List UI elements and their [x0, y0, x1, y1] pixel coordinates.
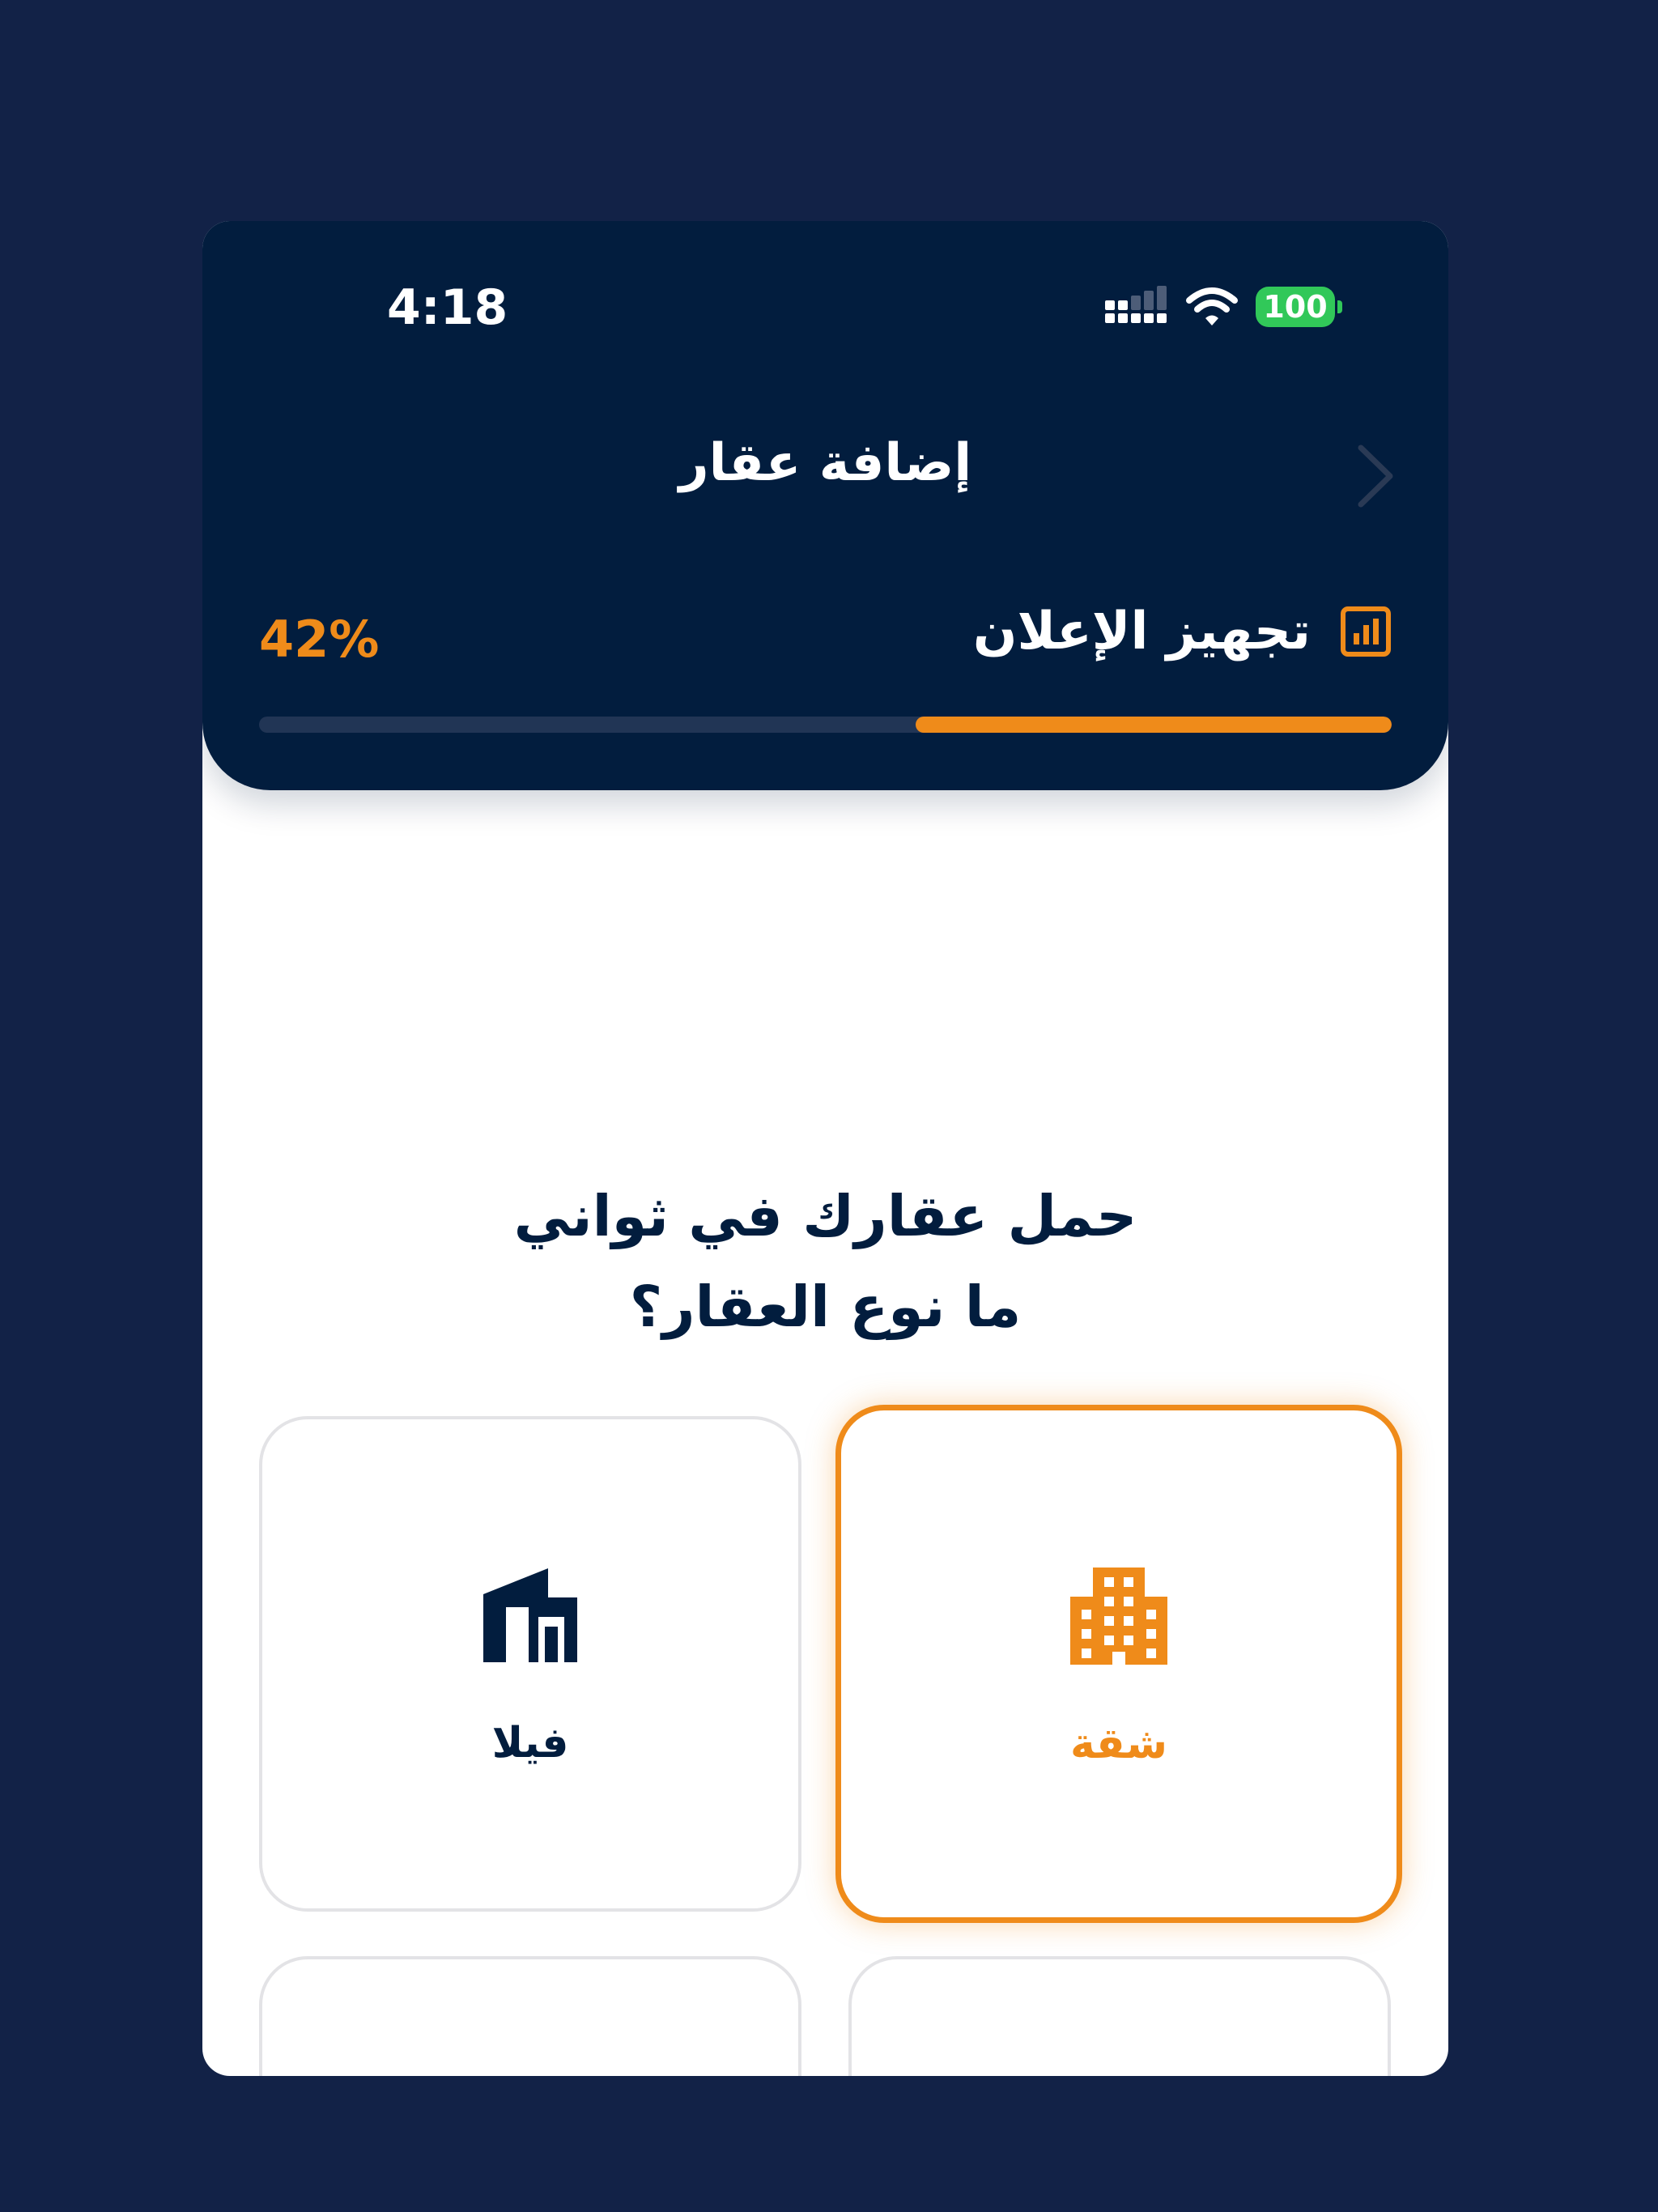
- villa-icon: [483, 1568, 577, 1662]
- property-type-label: فيلا: [491, 1719, 569, 1767]
- property-type-card[interactable]: [259, 1956, 801, 2076]
- property-type-card-villa[interactable]: فيلا: [259, 1416, 801, 1912]
- apartment-building-icon: [1070, 1568, 1167, 1665]
- question-line-2: ما نوع العقار؟: [629, 1274, 1022, 1340]
- property-type-label: شقة: [1069, 1720, 1168, 1768]
- question-heading: حمل عقارك في ثواني ما نوع العقار؟: [202, 1171, 1448, 1352]
- step-label: تجهيز الإعلان: [972, 602, 1311, 661]
- app-screen: 4:18 100 إضافة عقار 42% تجهيز الإعلان حم…: [202, 221, 1448, 2076]
- progress-bar: [259, 717, 1392, 733]
- question-line-1: حمل عقارك في ثواني: [513, 1183, 1137, 1249]
- signal-icon: [1105, 286, 1167, 323]
- property-type-card-apartment[interactable]: شقة: [835, 1405, 1402, 1923]
- wifi-icon: [1186, 287, 1238, 325]
- header: 4:18 100 إضافة عقار 42% تجهيز الإعلان: [202, 221, 1448, 790]
- progress-fill: [916, 717, 1392, 733]
- property-type-card[interactable]: [848, 1956, 1391, 2076]
- progress-step-row: 42% تجهيز الإعلان: [259, 602, 1392, 683]
- status-icons: 100: [1105, 284, 1342, 330]
- chart-icon: [1341, 606, 1391, 657]
- battery-level: 100: [1263, 289, 1328, 325]
- step-label-group: تجهيز الإعلان: [973, 602, 1392, 661]
- page-title: إضافة عقار: [678, 433, 972, 493]
- progress-percent: 42%: [259, 610, 380, 669]
- battery-icon: 100: [1256, 287, 1342, 327]
- status-time: 4:18: [387, 279, 508, 336]
